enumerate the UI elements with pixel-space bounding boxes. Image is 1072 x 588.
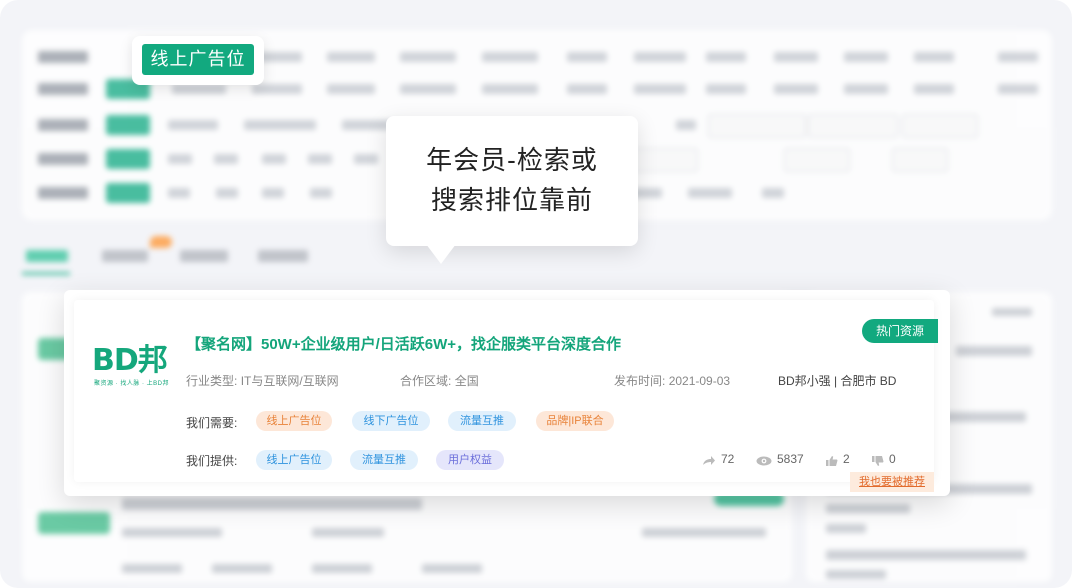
industry-value: IT与互联网/互联网 [240, 374, 339, 388]
view-stat: 5837 [756, 452, 804, 466]
thumbs-up-icon [826, 455, 838, 466]
share-count: 72 [721, 452, 735, 466]
date-value: 2021-09-03 [668, 374, 731, 388]
highlight-callout: 线上广告位 [132, 36, 264, 85]
hot-resource-badge: 热门资源 [862, 319, 938, 343]
region-meta: 合作区域: 全国 [400, 372, 479, 389]
view-count: 5837 [777, 452, 804, 466]
resource-card-highlight: 热门资源 BD邦 聚资源 · 找人脉 · 上BD邦 【聚名网】50W+企业级用户… [64, 290, 950, 496]
eye-icon [756, 455, 772, 466]
need-tag[interactable]: 品牌|IP联合 [536, 411, 614, 431]
need-tag[interactable]: 流量互推 [448, 411, 516, 431]
date-meta: 发布时间: 2021-09-03 [614, 372, 730, 389]
need-tag[interactable]: 线下广告位 [352, 411, 430, 431]
like-stat[interactable]: 2 [826, 452, 850, 466]
member-tooltip: 年会员-检索或 搜索排位靠前 [386, 116, 638, 246]
resource-card[interactable]: 热门资源 BD邦 聚资源 · 找人脉 · 上BD邦 【聚名网】50W+企业级用户… [74, 300, 938, 492]
thumbs-down-icon [872, 455, 884, 466]
like-count: 2 [843, 452, 850, 466]
offer-label: 我们提供: [186, 454, 238, 468]
industry-label: 行业类型: [186, 374, 238, 388]
recommend-me-link[interactable]: 我也要被推荐 [850, 472, 934, 492]
share-stat[interactable]: 72 [702, 452, 734, 466]
region-label: 合作区域: [400, 374, 452, 388]
tooltip-line-2: 搜索排位靠前 [430, 185, 593, 215]
date-label: 发布时间: [614, 374, 666, 388]
need-label: 我们需要: [186, 416, 238, 430]
offer-tag[interactable]: 线上广告位 [256, 450, 332, 470]
tooltip-arrow [426, 244, 456, 264]
offer-tag[interactable]: 流量互推 [350, 450, 418, 470]
share-icon [702, 455, 716, 465]
need-tag[interactable]: 线上广告位 [256, 411, 332, 431]
tooltip-text: 年会员-检索或 搜索排位靠前 [386, 140, 638, 220]
tooltip-line-1: 年会员-检索或 [426, 145, 598, 175]
online-ad-filter-button[interactable]: 线上广告位 [142, 44, 254, 75]
bd-logo: BD邦 聚资源 · 找人脉 · 上BD邦 [92, 346, 174, 390]
dislike-count: 0 [889, 452, 896, 466]
industry-meta: 行业类型: IT与互联网/互联网 [186, 372, 339, 389]
author-info[interactable]: BD邦小强 | 合肥市 BD [778, 372, 896, 389]
dislike-stat[interactable]: 0 [872, 452, 896, 466]
region-value: 全国 [454, 374, 479, 388]
bd-logo-slogan: 聚资源 · 找人脉 · 上BD邦 [94, 381, 169, 387]
resource-title[interactable]: 【聚名网】50W+企业级用户/日活跃6W+，找企服类平台深度合作 [186, 333, 621, 354]
offer-tag[interactable]: 用户权益 [436, 450, 504, 470]
app-frame: 线上广告位 年会员-检索或 搜索排位靠前 热门资源 BD邦 聚资源 · 找人脉 … [0, 0, 1072, 588]
bd-logo-text: BD邦 [92, 343, 168, 378]
